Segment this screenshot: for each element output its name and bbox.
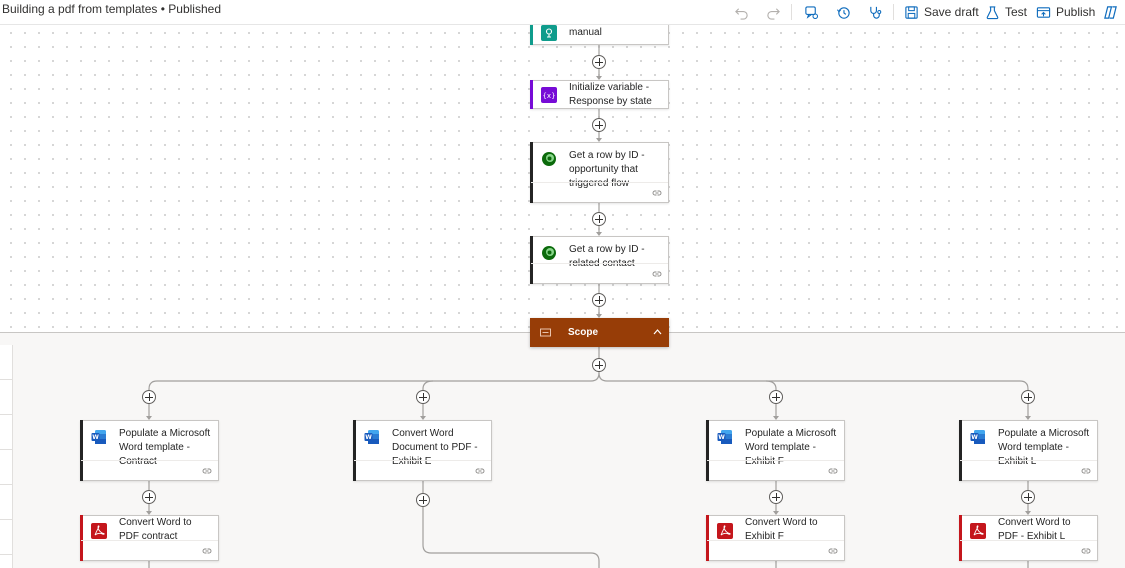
pdf-icon [91, 523, 107, 539]
word-icon: W [364, 430, 379, 444]
scope-header[interactable]: Scope [530, 318, 669, 347]
step-card-convert-exhibit-f[interactable]: Convert Word to Exhibit F [706, 515, 845, 561]
insert-step-button[interactable] [769, 390, 783, 404]
redo-button[interactable] [766, 0, 781, 24]
insert-step-button[interactable] [416, 493, 430, 507]
insert-step-button[interactable] [1021, 390, 1035, 404]
step-title: Initialize variable - Response by state [569, 82, 652, 107]
copilot-logo-button[interactable] [1103, 0, 1118, 24]
undo-button[interactable] [734, 0, 749, 24]
link-icon [652, 271, 662, 277]
svg-text:W: W [718, 434, 725, 441]
word-icon: W [970, 430, 985, 444]
step-footer [81, 460, 218, 480]
svg-text:W: W [365, 434, 372, 441]
step-title: manual [569, 27, 602, 38]
publish-button[interactable]: Publish [1036, 0, 1095, 24]
insert-step-button[interactable] [592, 118, 606, 132]
beaker-icon [986, 5, 999, 19]
step-card-populate-contract[interactable]: W Populate a Microsoft Word template - C… [80, 420, 219, 481]
step-footer [81, 540, 218, 560]
pdf-icon [717, 523, 733, 539]
copilot-button[interactable] [804, 0, 819, 24]
link-icon [202, 548, 212, 554]
copilot-icon [1104, 5, 1117, 19]
link-icon [202, 468, 212, 474]
test-button[interactable]: Test [985, 0, 1027, 24]
version-history-button[interactable] [836, 0, 851, 24]
link-icon [828, 548, 838, 554]
history-icon [836, 6, 850, 19]
dataverse-icon [542, 246, 556, 260]
step-card-convert-exhibit-e[interactable]: W Convert Word Document to PDF - Exhibit… [353, 420, 492, 481]
flow-title: Building a pdf from templates • Publishe… [2, 2, 221, 16]
svg-text:W: W [92, 434, 99, 441]
step-card-initialize-variable[interactable]: {x} Initialize variable - Response by st… [530, 80, 669, 109]
step-footer [960, 540, 1097, 560]
save-icon [905, 5, 918, 19]
step-card-populate-exhibit-f[interactable]: W Populate a Microsoft Word template - E… [706, 420, 845, 481]
dataverse-icon [542, 152, 556, 166]
insert-step-button[interactable] [769, 490, 783, 504]
publish-icon [1036, 6, 1051, 18]
trigger-icon [541, 25, 557, 41]
step-footer [960, 460, 1097, 480]
svg-text:{x}: {x} [542, 92, 555, 100]
redo-icon [767, 7, 780, 20]
step-card-populate-exhibit-l[interactable]: W Populate a Microsoft Word template - E… [959, 420, 1098, 481]
word-icon: W [91, 430, 106, 444]
scope-icon [540, 328, 551, 337]
stethoscope-icon [870, 6, 882, 19]
link-icon [1081, 468, 1091, 474]
scope-title: Scope [568, 327, 599, 338]
step-card-convert-exhibit-l[interactable]: Convert Word to PDF - Exhibit L [959, 515, 1098, 561]
link-icon [475, 468, 485, 474]
insert-step-button[interactable] [592, 293, 606, 307]
flow-checker-button[interactable] [868, 0, 883, 24]
word-icon: W [717, 430, 732, 444]
step-footer [354, 460, 491, 480]
link-icon [1081, 548, 1091, 554]
step-footer [531, 182, 668, 202]
step-footer [531, 263, 668, 283]
chevron-up-icon[interactable] [653, 328, 662, 336]
insert-step-button[interactable] [142, 390, 156, 404]
insert-step-button[interactable] [592, 55, 606, 69]
insert-step-button[interactable] [1021, 490, 1035, 504]
test-label: Test [1005, 5, 1028, 19]
variable-icon: {x} [541, 87, 557, 103]
svg-text:W: W [971, 434, 978, 441]
link-icon [652, 190, 662, 196]
top-toolbar: Building a pdf from templates • Publishe… [0, 0, 1125, 25]
pdf-icon [970, 523, 986, 539]
insert-step-button[interactable] [592, 358, 606, 372]
save-draft-button[interactable]: Save draft [904, 0, 979, 24]
insert-step-button[interactable] [592, 212, 606, 226]
undo-icon [735, 7, 748, 20]
step-card-get-row-opportunity[interactable]: Get a row by ID - opportunity that trigg… [530, 142, 669, 203]
link-icon [828, 468, 838, 474]
insert-step-button[interactable] [416, 390, 430, 404]
step-card-convert-contract[interactable]: Convert Word to PDF contract [80, 515, 219, 561]
insert-step-button[interactable] [142, 490, 156, 504]
publish-label: Publish [1056, 5, 1096, 19]
step-card-get-row-contact[interactable]: Get a row by ID - related contact [530, 236, 669, 284]
step-footer [707, 540, 844, 560]
chat-icon [805, 5, 819, 19]
save-draft-label: Save draft [924, 5, 979, 19]
left-panel-strip [0, 345, 13, 568]
step-footer [707, 460, 844, 480]
